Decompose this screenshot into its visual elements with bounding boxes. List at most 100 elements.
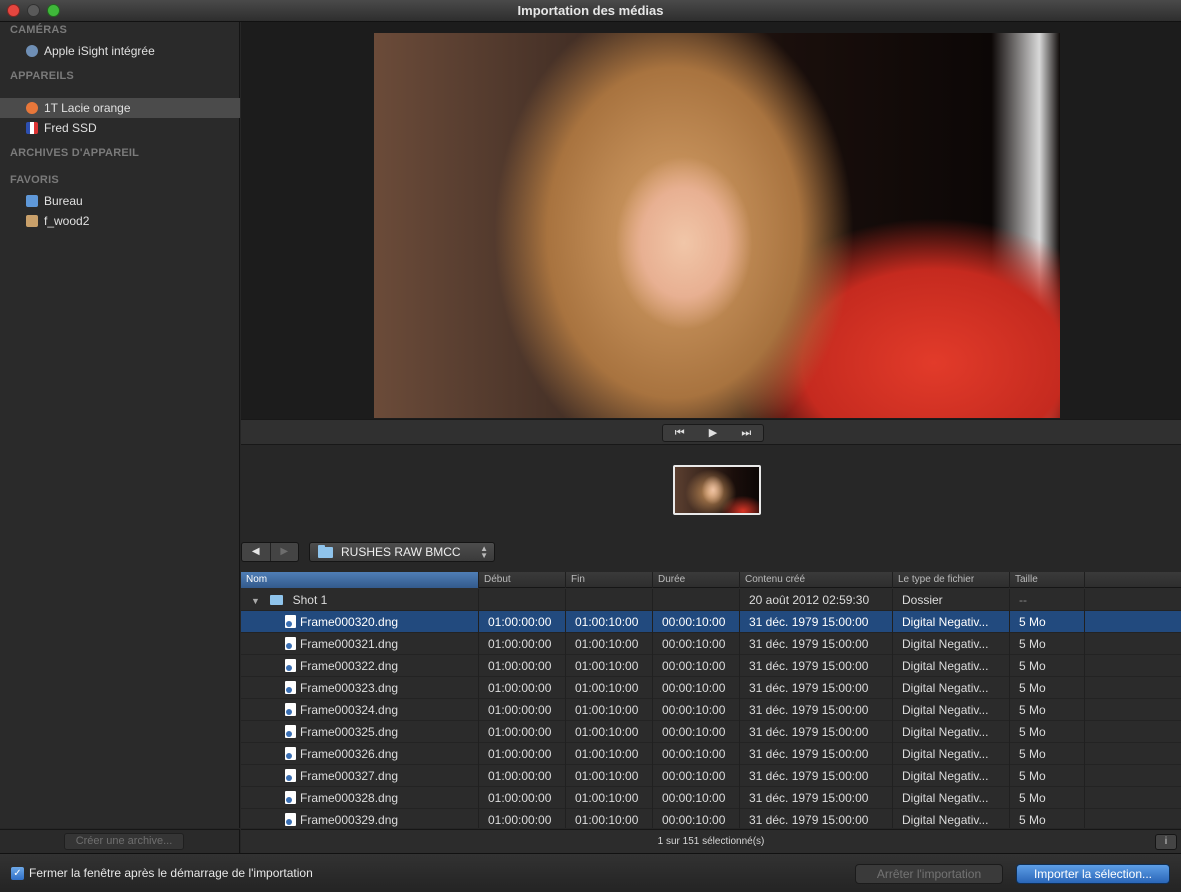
cell-duration: 00:00:10:00 [653,721,740,743]
sidebar-item-label: f_wood2 [44,214,90,228]
forward-button[interactable]: ▶ [269,543,299,561]
cell-end: 01:00:10:00 [566,699,653,721]
next-frame-button[interactable]: ⏭ [731,425,761,441]
create-archive-button[interactable]: Créer une archive... [64,833,184,850]
column-header-created[interactable]: Contenu créé [740,572,893,588]
cell-duration: 00:00:10:00 [653,699,740,721]
info-button[interactable]: i [1155,834,1177,850]
checkbox[interactable]: ✓ [11,866,24,880]
french-flag-icon [26,122,38,134]
sidebar-item-isight[interactable]: Apple iSight intégrée [0,41,240,61]
folder-icon [270,595,284,605]
cell-end: 01:00:10:00 [566,611,653,633]
title-bar: Importation des médias [0,0,1181,22]
dng-file-icon [285,747,296,760]
file-name: Frame000322.dng [300,659,399,673]
table-row[interactable]: Frame000323.dng 01:00:00:00 01:00:10:00 00:… [241,677,1181,699]
path-bar: ◀ ▶ RUSHES RAW BMCC ▲ ▼ [241,534,1181,572]
cell-type: Digital Negativ... [893,787,1010,809]
table-row[interactable]: Frame000325.dng 01:00:00:00 01:00:10:00 00:… [241,721,1181,743]
sidebar-item-label: Apple iSight intégrée [44,44,155,58]
cell-start: 01:00:00:00 [479,633,566,655]
table-row[interactable]: Frame000324.dng 01:00:00:00 01:00:10:00 00:… [241,699,1181,721]
cell-type: Digital Negativ... [893,633,1010,655]
cell-size: 5 Mo [1010,677,1085,699]
preview-image [374,33,1060,418]
stop-import-button[interactable]: Arrêter l'importation [855,864,1003,884]
cell-end: 01:00:10:00 [566,633,653,655]
table-row[interactable]: Frame000322.dng 01:00:00:00 01:00:10:00 00:… [241,655,1181,677]
cell-name: Frame000326.dng [241,743,479,765]
cell-start: 01:00:00:00 [479,809,566,828]
column-header-end[interactable]: Fin [566,572,653,588]
cell-start: 01:00:00:00 [479,721,566,743]
file-name: Frame000321.dng [300,637,399,651]
cell-size: 5 Mo [1010,633,1085,655]
cell-created: 31 déc. 1979 15:00:00 [740,787,893,809]
selection-count: 1 sur 151 sélectionné(s) [657,836,765,847]
dng-file-icon [285,637,296,650]
sidebar-item-fred-ssd[interactable]: Fred SSD [0,118,240,138]
cell-size: 5 Mo [1010,765,1085,787]
home-icon [26,215,38,227]
cell-type: Digital Negativ... [893,655,1010,677]
disclosure-triangle-icon[interactable]: ▼ [251,590,260,611]
cell-size: 5 Mo [1010,721,1085,743]
cell-type: Digital Negativ... [893,677,1010,699]
navigation-buttons: ◀ ▶ [241,542,299,562]
minimize-button[interactable] [27,4,40,17]
file-name: Frame000329.dng [300,813,399,827]
import-selection-button[interactable]: Importer la sélection... [1016,864,1170,884]
table-row-group[interactable]: ▼ Shot 1 20 août 2012 02:59:30 Dossier -… [241,589,1181,611]
sidebar-item-bureau[interactable]: Bureau [0,191,240,211]
folder-popup[interactable]: RUSHES RAW BMCC ▲ ▼ [309,542,495,562]
back-button[interactable]: ◀ [242,543,270,561]
cell-created: 31 déc. 1979 15:00:00 [740,699,893,721]
file-name: Frame000328.dng [300,791,399,805]
cell-end: 01:00:10:00 [566,765,653,787]
dng-file-icon [285,725,296,738]
sidebar-item-lacie[interactable]: 1T Lacie orange [0,98,240,118]
file-name: Frame000324.dng [300,703,399,717]
table-header: Nom Début Fin Durée Contenu créé Le type… [241,572,1181,588]
zoom-button[interactable] [47,4,60,17]
cell-start: 01:00:00:00 [479,787,566,809]
table-row[interactable]: Frame000328.dng 01:00:00:00 01:00:10:00 00:… [241,787,1181,809]
column-header-type[interactable]: Le type de fichier [893,572,1010,588]
table-row[interactable]: Frame000327.dng 01:00:00:00 01:00:10:00 00:… [241,765,1181,787]
table-row[interactable]: Frame000326.dng 01:00:00:00 01:00:10:00 00:… [241,743,1181,765]
cell-end: 01:00:10:00 [566,677,653,699]
cell-size: 5 Mo [1010,809,1085,828]
column-header-duration[interactable]: Durée [653,572,740,588]
cell-start: 01:00:00:00 [479,677,566,699]
cell-name: Frame000328.dng [241,787,479,809]
close-window-option[interactable]: ✓ Fermer la fenêtre après le démarrage d… [11,866,313,880]
cell-type: Digital Negativ... [893,809,1010,828]
table-row[interactable]: Frame000320.dng 01:00:00:00 01:00:10:00 00:… [241,611,1181,633]
play-button[interactable]: ▶ [698,425,728,441]
folder-icon [318,544,333,558]
file-name: Frame000327.dng [300,769,399,783]
sidebar-item-home[interactable]: f_wood2 [0,211,240,231]
section-heading-cameras: CAMÉRAS [10,24,68,36]
cell-type: Digital Negativ... [893,699,1010,721]
cell-name: Frame000320.dng [241,611,479,633]
cell-created: 31 déc. 1979 15:00:00 [740,655,893,677]
clip-thumbnail[interactable] [673,465,761,515]
table-row[interactable]: Frame000321.dng 01:00:00:00 01:00:10:00 00:… [241,633,1181,655]
previous-frame-button[interactable]: ⏮ [665,425,695,441]
window-title: Importation des médias [517,3,664,18]
close-button[interactable] [7,4,20,17]
column-header-start[interactable]: Début [479,572,566,588]
sidebar-item-label: Fred SSD [44,121,97,135]
table-row[interactable]: Frame000329.dng 01:00:00:00 01:00:10:00 00:… [241,809,1181,828]
cell-duration: 00:00:10:00 [653,787,740,809]
cell-end: 01:00:10:00 [566,655,653,677]
file-table: Nom Début Fin Durée Contenu créé Le type… [241,572,1181,828]
cell-size: -- [1010,589,1085,611]
cell-size: 5 Mo [1010,611,1085,633]
import-window: Importation des médias CAMÉRAS Apple iSi… [0,0,1181,892]
column-header-size[interactable]: Taille [1010,572,1085,588]
column-header-name[interactable]: Nom [241,572,479,588]
cell-size: 5 Mo [1010,655,1085,677]
